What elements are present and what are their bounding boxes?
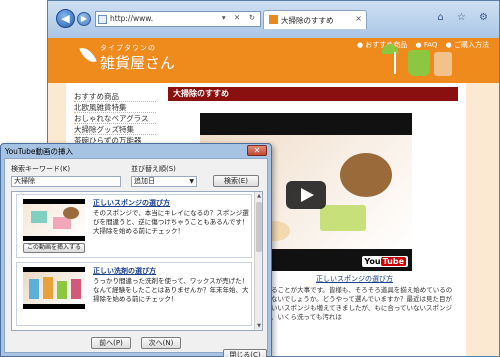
close-button[interactable]: 閉じる(C)	[223, 349, 267, 357]
play-icon[interactable]	[286, 181, 326, 209]
scroll-thumb[interactable]	[256, 202, 262, 252]
search-button[interactable]: 検索(E)	[213, 175, 259, 187]
dialog-titlebar[interactable]: YouTube動画の挿入 ✕	[1, 144, 271, 158]
forward-button[interactable]: ▶	[77, 12, 91, 26]
tab-close-icon[interactable]: ×	[355, 14, 362, 23]
thumbnail-bar	[23, 267, 85, 272]
side-menu-item[interactable]: 大掃除グッズ特集	[74, 124, 156, 135]
article-text: にすることが大事です。皆様も、そろそろ道具を揃え始めているのではないでしょうか。…	[258, 286, 453, 321]
browser-chrome: ◀ ▶ http://www. ▾ ✕ ↻ 大掃除のすすめ × ⌂ ☆ ⚙	[48, 1, 499, 38]
header-link-faq[interactable]: ● FAQ	[416, 41, 438, 49]
results-list: この動画を挿入する 正しいスポンジの選び方 そのスポンジで、本当にキレイになるの…	[11, 191, 263, 331]
youtube-logo-you: You	[364, 257, 381, 266]
sort-label: 並び替え順(S)	[131, 165, 176, 173]
scroll-up-icon[interactable]: ▲	[255, 192, 262, 200]
header-links: ● おすすめ商品 ● FAQ ● ご購入方法	[351, 40, 489, 50]
dialog-body: 検索キーワード(K) 並び替え順(S) 大掃除 追加日 ▼ 検索(E) この動画…	[4, 158, 268, 357]
result-item: この動画を挿入する 正しいスポンジの選び方 そのスポンジで、本当にキレイになるの…	[16, 194, 252, 258]
bottle-image	[43, 277, 53, 299]
thumbnail-bar	[23, 236, 85, 241]
side-menu-item[interactable]: おしゃれなベアグラス	[74, 113, 156, 124]
video-caption-link[interactable]: 正しいスポンジの選び方	[316, 274, 393, 284]
side-menu-item[interactable]: おすすめ商品	[74, 91, 156, 102]
scroll-down-icon[interactable]: ▼	[255, 322, 262, 330]
keyword-input[interactable]: 大掃除	[11, 176, 121, 187]
leaf-logo-icon	[79, 44, 97, 66]
brush-image	[63, 207, 79, 219]
lamp-pole	[394, 52, 396, 74]
page-icon	[98, 15, 107, 24]
result-description: うっかり間違った洗剤を使って、ワックスが売げた！なんて経験をしたことはありません…	[93, 277, 249, 303]
sort-select[interactable]: 追加日 ▼	[131, 176, 197, 187]
result-title-link[interactable]: 正しい洗剤の選び方	[93, 266, 156, 276]
insert-video-button[interactable]: この動画を挿入する	[23, 243, 85, 253]
result-title-link[interactable]: 正しいスポンジの選び方	[93, 198, 170, 208]
result-thumbnail[interactable]	[23, 199, 85, 241]
results-scrollbar[interactable]: ▲ ▼	[254, 192, 262, 330]
youtube-insert-dialog: YouTube動画の挿入 ✕ 検索キーワード(K) 並び替え順(S) 大掃除 追…	[0, 143, 272, 357]
next-button[interactable]: 次へ(N)	[141, 337, 181, 349]
youtube-logo-icon: You Tube	[362, 256, 408, 267]
bucket-illustration	[408, 50, 430, 76]
thumbnail-bar	[23, 199, 85, 204]
bottle-image	[29, 279, 39, 299]
side-menu: おすすめ商品 北欧風雑貨特集 おしゃれなベアグラス 大掃除グッズ特集 茶碗ひらず…	[74, 91, 156, 146]
favicon-icon	[269, 15, 278, 24]
back-button[interactable]: ◀	[56, 9, 75, 28]
dialog-title: YouTube動画の挿入	[5, 147, 73, 156]
thumbnail-bar	[23, 304, 85, 309]
result-thumbnail[interactable]	[23, 267, 85, 309]
dustpan-illustration	[434, 52, 452, 76]
close-icon[interactable]: ✕	[247, 145, 267, 156]
chevron-down-icon: ▼	[189, 178, 194, 185]
sponge-image	[31, 211, 47, 223]
address-controls-icon[interactable]: ▾ ✕ ↻	[222, 13, 258, 22]
article-heading: 大掃除のすすめ	[168, 87, 458, 101]
brush-image	[340, 153, 392, 197]
toolbar-icons[interactable]: ⌂ ☆ ⚙	[437, 12, 493, 23]
sponge-image	[320, 205, 366, 231]
site-header: ● おすすめ商品 ● FAQ ● ご購入方法 タイプタウンの 雑貨屋さん	[48, 38, 499, 83]
tab-title: 大掃除のすすめ	[281, 16, 334, 25]
result-description: そのスポンジで、本当にキレイになるの？スポンジ選びを間違うと、逆に傷つけちゃうこ…	[93, 209, 249, 235]
youtube-logo-tube: Tube	[380, 257, 406, 266]
header-link-purchase[interactable]: ● ご購入方法	[446, 41, 489, 49]
url-text: http://www.	[110, 14, 154, 23]
tab-active[interactable]: 大掃除のすすめ ×	[263, 10, 367, 29]
result-item: 正しい洗剤の選び方 うっかり間違った洗剤を使って、ワックスが売げた！なんて経験を…	[16, 262, 252, 326]
bottle-image	[71, 279, 81, 299]
logo-title[interactable]: 雑貨屋さん	[100, 52, 175, 73]
side-menu-item[interactable]: 北欧風雑貨特集	[74, 102, 156, 113]
bottle-image	[57, 281, 67, 299]
prev-button[interactable]: 前へ(P)	[91, 337, 131, 349]
sort-select-value: 追加日	[134, 177, 155, 185]
address-bar[interactable]: http://www. ▾ ✕ ↻	[95, 11, 261, 27]
keyword-label: 検索キーワード(K)	[11, 165, 71, 173]
